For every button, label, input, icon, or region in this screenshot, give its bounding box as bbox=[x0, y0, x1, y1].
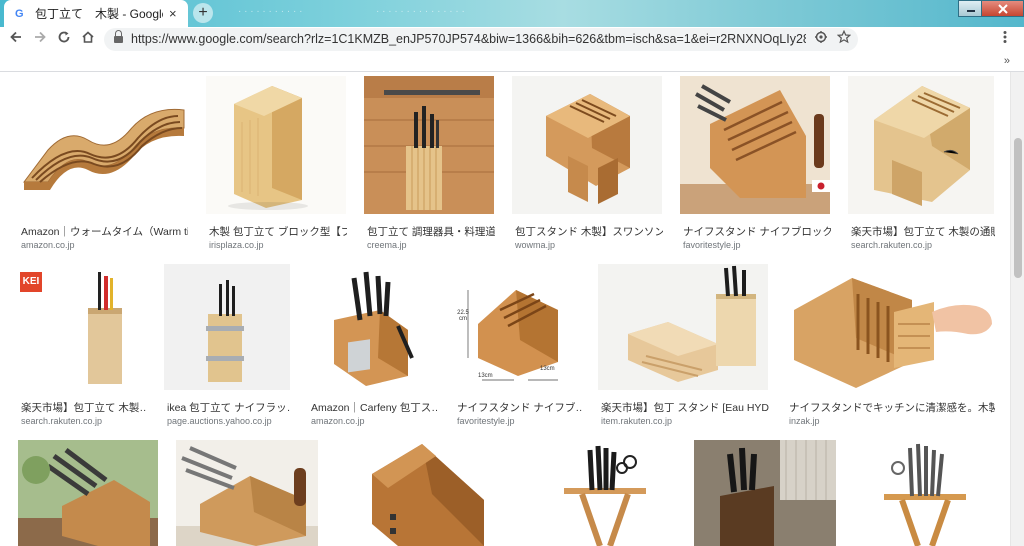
back-arrow-icon bbox=[10, 31, 21, 43]
result-thumbnail[interactable] bbox=[308, 264, 438, 390]
new-tab-button[interactable]: + bbox=[193, 3, 213, 23]
image-result[interactable]: 楽天市場】包丁立て 木製の通販 search.rakuten.co.jp bbox=[848, 76, 996, 250]
image-result[interactable]: Amazon｜ウォームタイム（Warm tim… amazon.co.jp bbox=[18, 76, 188, 250]
result-thumbnail[interactable] bbox=[694, 440, 836, 546]
result-thumbnail[interactable] bbox=[164, 264, 290, 390]
result-domain: search.rakuten.co.jp bbox=[851, 240, 933, 250]
result-thumbnail[interactable] bbox=[534, 440, 676, 546]
image-results-grid: Amazon｜ウォームタイム（Warm tim… amazon.co.jp 木製… bbox=[0, 72, 1010, 546]
forward-button[interactable] bbox=[30, 30, 50, 50]
dimension-width-label: 13cm bbox=[478, 373, 493, 379]
browser-toolbar: https://www.google.com/search?rlz=1C1KMZ… bbox=[0, 27, 1024, 52]
result-title[interactable]: 木製 包丁立て ブロック型【プ… bbox=[209, 224, 347, 239]
image-result[interactable]: 包丁スタンド 木製】スワンソン… wowma.jp bbox=[512, 76, 664, 250]
result-thumbnail[interactable] bbox=[786, 264, 994, 390]
result-thumbnail[interactable] bbox=[176, 440, 318, 546]
minimize-icon bbox=[966, 9, 975, 12]
result-domain: favoritestyle.jp bbox=[457, 416, 515, 426]
result-domain: favoritestyle.jp bbox=[683, 240, 741, 250]
image-result[interactable]: ナイフスタンドでキッチンに清潔感を。木製… inzak.jp bbox=[786, 264, 996, 426]
reload-icon bbox=[58, 31, 70, 43]
result-thumbnail[interactable] bbox=[206, 76, 346, 214]
background-tab[interactable]: · · · · · · · · · · · bbox=[238, 6, 302, 17]
result-thumbnail[interactable] bbox=[854, 440, 994, 546]
tab-title: 包丁立て 木製 - Google 検索 bbox=[35, 7, 163, 21]
result-title[interactable]: 包丁スタンド 木製】スワンソン… bbox=[515, 224, 663, 239]
url-text[interactable]: https://www.google.com/search?rlz=1C1KMZ… bbox=[131, 32, 806, 46]
reload-button[interactable] bbox=[54, 30, 74, 50]
close-icon bbox=[997, 3, 1008, 14]
result-thumbnail[interactable] bbox=[336, 440, 516, 546]
result-domain: search.rakuten.co.jp bbox=[21, 416, 103, 426]
back-button[interactable] bbox=[6, 30, 26, 50]
google-favicon-icon: G bbox=[15, 7, 24, 20]
result-thumbnail[interactable] bbox=[512, 76, 662, 214]
result-thumbnail[interactable] bbox=[18, 76, 186, 214]
lens-icon[interactable] bbox=[814, 30, 828, 47]
result-thumbnail[interactable] bbox=[680, 76, 830, 214]
result-title[interactable]: ikea 包丁立て ナイフラッ… bbox=[167, 400, 291, 415]
result-domain: creema.jp bbox=[367, 240, 407, 250]
result-title[interactable]: Amazon｜Carfeny 包丁ス… bbox=[311, 400, 437, 415]
result-thumbnail[interactable] bbox=[598, 264, 768, 390]
image-result[interactable] bbox=[694, 440, 838, 546]
image-result[interactable]: 楽天市場】包丁 スタンド [Eau HYD… item.rakuten.co.j… bbox=[598, 264, 772, 426]
image-result[interactable]: 木製 包丁立て ブロック型【プ… irisplaza.co.jp bbox=[206, 76, 348, 250]
result-title[interactable]: ナイフスタンド ナイフブロック… bbox=[683, 224, 831, 239]
result-domain: amazon.co.jp bbox=[311, 416, 365, 426]
home-icon bbox=[82, 31, 94, 43]
forward-arrow-icon bbox=[35, 31, 46, 43]
bookmarks-overflow-icon[interactable]: » bbox=[1004, 55, 1010, 67]
result-thumbnail[interactable]: KEI bbox=[18, 264, 146, 390]
image-result[interactable]: ikea 包丁立て ナイフラッ… page.auctions.yahoo.co.… bbox=[164, 264, 294, 426]
result-thumbnail[interactable] bbox=[18, 440, 158, 546]
result-title[interactable]: ナイフスタンド ナイフブ… bbox=[457, 400, 583, 415]
result-title[interactable]: 楽天市場】包丁立て 木製… bbox=[21, 400, 147, 415]
image-result[interactable]: ナイフスタンド ナイフブロック… favoritestyle.jp bbox=[680, 76, 832, 250]
dimension-height-label: 22.5 cm bbox=[457, 310, 469, 322]
home-button[interactable] bbox=[78, 30, 98, 50]
tab-close-icon[interactable]: × bbox=[169, 6, 177, 21]
result-domain: inzak.jp bbox=[789, 416, 820, 426]
result-domain: wowma.jp bbox=[515, 240, 556, 250]
star-icon[interactable] bbox=[836, 29, 852, 47]
result-domain: amazon.co.jp bbox=[21, 240, 75, 250]
page-scrollbar[interactable] bbox=[1010, 72, 1024, 546]
image-result[interactable]: 包丁立て 調理器具・料理道… creema.jp bbox=[364, 76, 496, 250]
result-domain: irisplaza.co.jp bbox=[209, 240, 264, 250]
result-title[interactable]: ナイフスタンドでキッチンに清潔感を。木製… bbox=[789, 400, 995, 415]
result-title[interactable]: 楽天市場】包丁 スタンド [Eau HYD… bbox=[601, 400, 769, 415]
image-result[interactable]: 22.5 cm 13cm 13cm ナイフスタンド ナイフブ… favorite… bbox=[454, 264, 584, 426]
result-thumbnail[interactable] bbox=[848, 76, 994, 214]
bookmarks-bar: » bbox=[0, 52, 1024, 72]
image-result[interactable] bbox=[336, 440, 518, 546]
image-result[interactable]: Amazon｜Carfeny 包丁ス… amazon.co.jp bbox=[308, 264, 440, 426]
lock-icon[interactable] bbox=[114, 30, 123, 43]
scrollbar-thumb[interactable] bbox=[1014, 138, 1022, 278]
image-result[interactable] bbox=[534, 440, 678, 546]
result-domain: page.auctions.yahoo.co.jp bbox=[167, 416, 272, 426]
result-domain: item.rakuten.co.jp bbox=[601, 416, 673, 426]
image-result[interactable] bbox=[854, 440, 996, 546]
image-result[interactable]: KEI 楽天市場】包丁立て 木製… search.rakuten.co.jp bbox=[18, 264, 148, 426]
address-bar[interactable]: https://www.google.com/search?rlz=1C1KMZ… bbox=[104, 28, 858, 51]
image-result[interactable] bbox=[18, 440, 160, 546]
result-thumbnail[interactable]: 22.5 cm 13cm 13cm bbox=[454, 264, 582, 390]
dimension-depth-label: 13cm bbox=[540, 366, 555, 372]
kei-brand-badge: KEI bbox=[20, 272, 42, 292]
minimize-button[interactable] bbox=[958, 0, 983, 17]
image-result[interactable] bbox=[176, 440, 320, 546]
background-tab[interactable]: · · · · · · · · · · · · · · · bbox=[376, 6, 465, 17]
result-title[interactable]: 楽天市場】包丁立て 木製の通販 bbox=[851, 224, 995, 239]
tab-strip: · · · · · · · · · · · · · · · · · · · · … bbox=[0, 0, 1024, 27]
result-thumbnail[interactable] bbox=[364, 76, 494, 214]
active-tab[interactable]: G 包丁立て 木製 - Google 検索 × bbox=[4, 0, 188, 27]
result-title[interactable]: 包丁立て 調理器具・料理道… bbox=[367, 224, 495, 239]
close-window-button[interactable] bbox=[981, 0, 1024, 17]
result-title[interactable]: Amazon｜ウォームタイム（Warm tim… bbox=[21, 224, 188, 239]
menu-icon[interactable] bbox=[1002, 30, 1008, 47]
